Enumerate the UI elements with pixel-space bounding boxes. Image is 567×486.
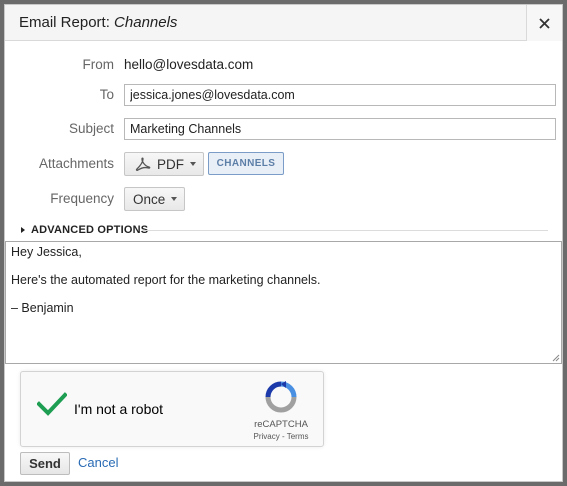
advanced-options-label: ADVANCED OPTIONS [31,224,149,236]
to-field[interactable] [124,84,556,106]
attachment-format-dropdown[interactable]: PDF [124,152,204,176]
frequency-dropdown[interactable]: Once [124,187,185,211]
advanced-options-toggle[interactable]: ADVANCED OPTIONS [21,224,148,236]
from-value: hello@lovesdata.com [124,57,254,72]
dialog-titlebar: Email Report: Channels [5,5,562,41]
message-textarea[interactable]: Hey Jessica, Here's the automated report… [5,241,562,364]
chevron-down-icon [190,162,196,166]
subject-label: Subject [68,121,114,136]
close-icon [539,17,550,29]
message-line: Hey Jessica, [11,245,82,259]
send-button[interactable]: Send [20,452,70,475]
divider [142,230,548,231]
dialog-title: Email Report: Channels [19,14,177,31]
recaptcha-label: I'm not a robot [74,401,164,417]
attachment-channels-chip[interactable]: CHANNELS [208,152,284,175]
cancel-link[interactable]: Cancel [78,455,118,470]
close-button[interactable] [526,5,562,41]
to-label: To [99,87,114,102]
from-label: From [82,57,115,72]
dialog-title-prefix: Email Report: [19,14,110,31]
email-report-dialog: Email Report: Channels From hello@lovesd… [4,4,563,482]
recaptcha-brand: reCAPTCHA [254,419,308,430]
message-line: Here's the automated report for the mark… [11,273,321,287]
frequency-value: Once [133,191,166,207]
recaptcha-links[interactable]: Privacy - Terms [245,432,317,441]
message-line: – Benjamin [11,301,74,315]
attachment-format-label: PDF [157,156,184,172]
recaptcha-logo-icon [265,381,297,413]
recaptcha-widget: I'm not a robot reCAPTCHA Privacy - Term… [20,371,324,447]
chevron-down-icon [171,197,178,201]
checkmark-icon[interactable] [37,392,67,416]
attachments-label: Attachments [38,156,114,171]
resize-grip-icon[interactable] [552,354,560,362]
subject-field[interactable] [124,118,556,140]
dialog-title-report: Channels [114,14,178,31]
frequency-label: Frequency [50,191,114,206]
chevron-right-icon [21,227,25,233]
pdf-icon [135,157,151,171]
